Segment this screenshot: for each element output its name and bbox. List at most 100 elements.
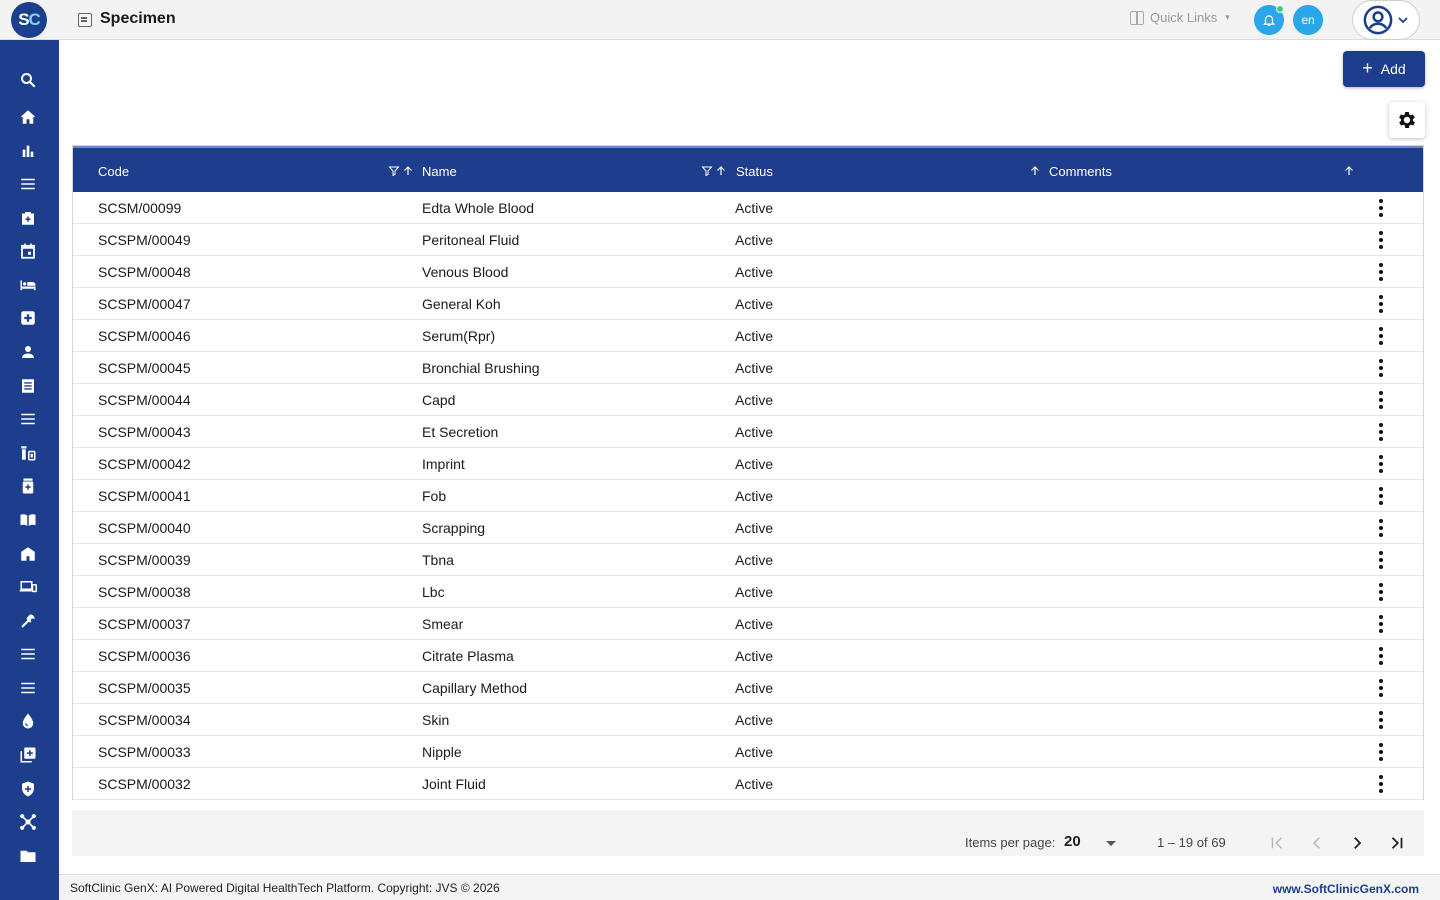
bar-chart-icon[interactable]: [17, 140, 39, 162]
medicine-icon[interactable]: [17, 475, 39, 497]
language-button[interactable]: en: [1293, 5, 1323, 35]
wrench-icon[interactable]: [17, 610, 39, 632]
row-actions-icon[interactable]: [1375, 261, 1387, 283]
bed-icon[interactable]: [17, 274, 39, 296]
cell-status: Active: [735, 456, 774, 472]
table-row[interactable]: SCSPM/00048 Venous Blood Active: [73, 256, 1423, 288]
table-row[interactable]: SCSPM/00039 Tbna Active: [73, 544, 1423, 576]
menu-icon[interactable]: [17, 677, 39, 699]
table-row[interactable]: SCSPM/00036 Citrate Plasma Active: [73, 640, 1423, 672]
column-header-name[interactable]: Name: [422, 164, 457, 179]
row-actions-icon[interactable]: [1375, 325, 1387, 347]
row-actions-icon[interactable]: [1375, 613, 1387, 635]
row-actions-icon[interactable]: [1375, 197, 1387, 219]
cell-status: Active: [735, 680, 774, 696]
table-row[interactable]: SCSPM/00035 Capillary Method Active: [73, 672, 1423, 704]
row-actions-icon[interactable]: [1375, 741, 1387, 763]
table-row[interactable]: SCSPM/00047 General Koh Active: [73, 288, 1423, 320]
folder-icon[interactable]: [17, 845, 39, 867]
cell-code: SCSPM/00035: [98, 680, 191, 696]
page-range-label: 1 – 19 of 69: [1157, 835, 1226, 850]
filter-icon[interactable]: [388, 165, 400, 177]
table-row[interactable]: SCSPM/00033 Nipple Active: [73, 736, 1423, 768]
profile-menu-button[interactable]: [1352, 0, 1420, 40]
cell-name: Fob: [422, 488, 447, 504]
table-row[interactable]: SCSPM/00037 Smear Active: [73, 608, 1423, 640]
table-row[interactable]: SCSPM/00042 Imprint Active: [73, 448, 1423, 480]
caret-down-icon[interactable]: [1106, 841, 1116, 846]
devices-icon[interactable]: [17, 576, 39, 598]
row-actions-icon[interactable]: [1375, 677, 1387, 699]
cell-name: Skin: [422, 712, 450, 728]
row-actions-icon[interactable]: [1375, 453, 1387, 475]
receipt-icon[interactable]: [17, 375, 39, 397]
add-button[interactable]: + Add: [1343, 51, 1425, 87]
quick-links-dropdown[interactable]: Quick Links ▾: [1130, 10, 1230, 25]
filter-icon[interactable]: [701, 165, 713, 177]
calendar-icon[interactable]: [17, 240, 39, 262]
cell-name: General Koh: [422, 296, 501, 312]
notification-badge: [1276, 5, 1284, 13]
first-page-button[interactable]: [1266, 832, 1288, 854]
row-actions-icon[interactable]: [1375, 421, 1387, 443]
next-page-button[interactable]: [1346, 832, 1368, 854]
first-page-icon: [1271, 837, 1283, 849]
row-actions-icon[interactable]: [1375, 549, 1387, 571]
cell-status: Active: [735, 584, 774, 600]
add-box-icon[interactable]: [17, 744, 39, 766]
row-actions-icon[interactable]: [1375, 645, 1387, 667]
menu-icon[interactable]: [17, 408, 39, 430]
hub-icon[interactable]: [17, 811, 39, 833]
sort-arrow-up-icon[interactable]: [715, 165, 727, 177]
table-row[interactable]: SCSPM/00041 Fob Active: [73, 480, 1423, 512]
row-actions-icon[interactable]: [1375, 389, 1387, 411]
table-row[interactable]: SCSPM/00043 Et Secretion Active: [73, 416, 1423, 448]
medical-bag-icon[interactable]: [17, 207, 39, 229]
person-icon[interactable]: [17, 341, 39, 363]
row-actions-icon[interactable]: [1375, 709, 1387, 731]
sort-arrow-up-icon[interactable]: [402, 165, 414, 177]
notifications-button[interactable]: [1254, 5, 1284, 35]
row-actions-icon[interactable]: [1375, 229, 1387, 251]
pharmacy-icon[interactable]: [17, 442, 39, 464]
sort-arrow-up-icon[interactable]: [1029, 165, 1041, 177]
table-header: Code Name Status Comments: [73, 146, 1423, 192]
menu-icon[interactable]: [17, 643, 39, 665]
cell-code: SCSPM/00045: [98, 360, 191, 376]
row-actions-icon[interactable]: [1375, 517, 1387, 539]
table-row[interactable]: SCSM/00099 Edta Whole Blood Active: [73, 192, 1423, 224]
menu-icon[interactable]: [17, 173, 39, 195]
table-settings-button[interactable]: [1389, 102, 1425, 138]
table-row[interactable]: SCSPM/00046 Serum(Rpr) Active: [73, 320, 1423, 352]
column-header-status[interactable]: Status: [736, 164, 773, 179]
table-row[interactable]: SCSPM/00045 Bronchial Brushing Active: [73, 352, 1423, 384]
medical-plus-icon[interactable]: [17, 307, 39, 329]
shield-icon[interactable]: [17, 778, 39, 800]
table-row[interactable]: SCSPM/00034 Skin Active: [73, 704, 1423, 736]
previous-page-button[interactable]: [1306, 832, 1328, 854]
table-row[interactable]: SCSPM/00040 Scrapping Active: [73, 512, 1423, 544]
row-actions-icon[interactable]: [1375, 485, 1387, 507]
items-per-page-select[interactable]: 20: [1064, 833, 1081, 850]
table-row[interactable]: SCSPM/00038 Lbc Active: [73, 576, 1423, 608]
website-link[interactable]: www.SoftClinicGenX.com: [1273, 882, 1419, 896]
column-header-code[interactable]: Code: [98, 164, 129, 179]
search-icon[interactable]: [17, 69, 39, 91]
sort-arrow-up-icon[interactable]: [1343, 165, 1355, 177]
blood-drop-icon[interactable]: [17, 710, 39, 732]
account-circle-icon: [1363, 5, 1393, 35]
column-header-comments[interactable]: Comments: [1049, 164, 1112, 179]
row-actions-icon[interactable]: [1375, 293, 1387, 315]
row-actions-icon[interactable]: [1375, 357, 1387, 379]
table-row[interactable]: SCSPM/00044 Capd Active: [73, 384, 1423, 416]
last-page-button[interactable]: [1386, 832, 1408, 854]
cell-code: SCSPM/00033: [98, 744, 191, 760]
row-actions-icon[interactable]: [1375, 581, 1387, 603]
app-logo[interactable]: SC: [11, 2, 47, 38]
table-row[interactable]: SCSPM/00049 Peritoneal Fluid Active: [73, 224, 1423, 256]
row-actions-icon[interactable]: [1375, 773, 1387, 795]
book-icon[interactable]: [17, 509, 39, 531]
store-icon[interactable]: [17, 543, 39, 565]
home-icon[interactable]: [17, 106, 39, 128]
table-row[interactable]: SCSPM/00032 Joint Fluid Active: [73, 768, 1423, 800]
